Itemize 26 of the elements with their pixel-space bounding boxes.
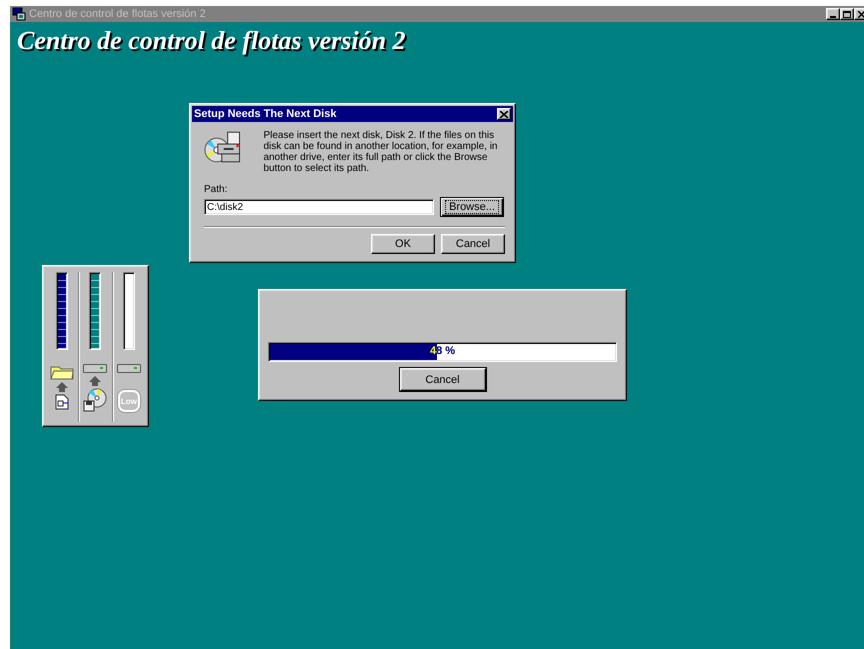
- maximize-icon: [843, 10, 851, 18]
- folder-icon: [50, 364, 74, 380]
- drive-icon: [116, 364, 141, 374]
- drive-icon: [83, 364, 108, 374]
- browse-button[interactable]: Browse...: [440, 197, 504, 217]
- maximize-button[interactable]: [840, 8, 854, 20]
- dialog-title: Setup Needs The Next Disk: [194, 108, 336, 120]
- close-button[interactable]: [497, 108, 511, 120]
- low-sign: Low: [118, 390, 140, 412]
- window-title: Centro de control de flotas versión 2: [29, 8, 207, 20]
- minimize-button[interactable]: [826, 8, 840, 20]
- close-button[interactable]: [854, 8, 864, 20]
- path-label: Path:: [204, 184, 228, 195]
- ok-button[interactable]: OK: [371, 234, 435, 254]
- cancel-button[interactable]: Cancel: [400, 368, 486, 391]
- document-icon: [55, 394, 70, 410]
- minimize-icon: [830, 16, 836, 19]
- app-heading: Centro de control de flotas versión 2: [17, 26, 406, 56]
- arrow-up-icon: [56, 382, 68, 392]
- dialog-message: Please insert the next disk, Disk 2. If the files on this disk can be found in another location, for example, in another drive, enter its full path or click the Browse button to select its path.: [263, 130, 498, 174]
- close-icon: [500, 110, 508, 118]
- cd-floppy-icon: [83, 388, 108, 412]
- arrow-up-icon: [89, 376, 102, 386]
- close-icon: [858, 10, 864, 18]
- cancel-button[interactable]: Cancel: [441, 234, 505, 254]
- path-field[interactable]: C:\disk2: [204, 199, 434, 215]
